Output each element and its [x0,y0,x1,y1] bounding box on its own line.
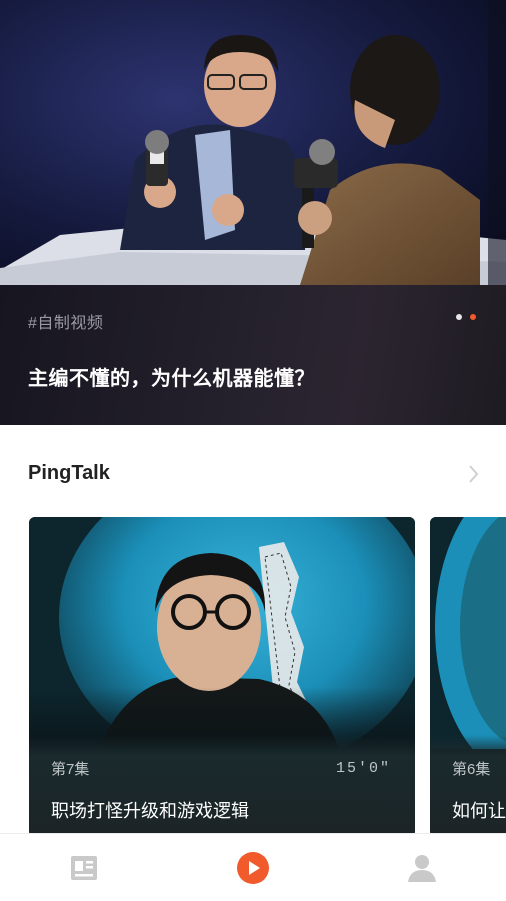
carousel-dot[interactable] [456,314,462,320]
episode-card[interactable]: 第7集 15'0" 职场打怪升级和游戏逻辑 [29,517,415,837]
hero-image[interactable] [0,0,506,285]
section-title: PingTalk [28,462,110,484]
chevron-right-icon[interactable] [462,462,486,486]
user-icon [408,854,436,882]
episode-number: 第6集 [452,761,491,778]
episode-title: 职场打怪升级和游戏逻辑 [51,801,249,821]
episode-title: 如何让 [452,801,506,821]
play-circle-icon [237,851,269,884]
tab-profile[interactable] [402,834,442,901]
episode-duration: 15'0" [335,760,391,777]
episode-thumbnail [430,517,506,749]
hero-caption-panel [0,285,506,425]
carousel-indicator [456,314,476,320]
news-feed-icon [71,855,97,880]
tab-news[interactable] [64,834,104,901]
episode-number: 第7集 [51,761,90,778]
episode-thumbnail [29,517,415,749]
hero-tag[interactable]: #自制视频 [28,309,103,333]
bottom-tab-bar [0,833,506,901]
carousel-dot-active[interactable] [470,314,476,320]
episode-card[interactable]: 第6集 如何让 [430,517,506,837]
hero-title[interactable]: 主编不懂的，为什么机器能懂？ [28,362,315,391]
tab-video[interactable] [233,834,273,901]
